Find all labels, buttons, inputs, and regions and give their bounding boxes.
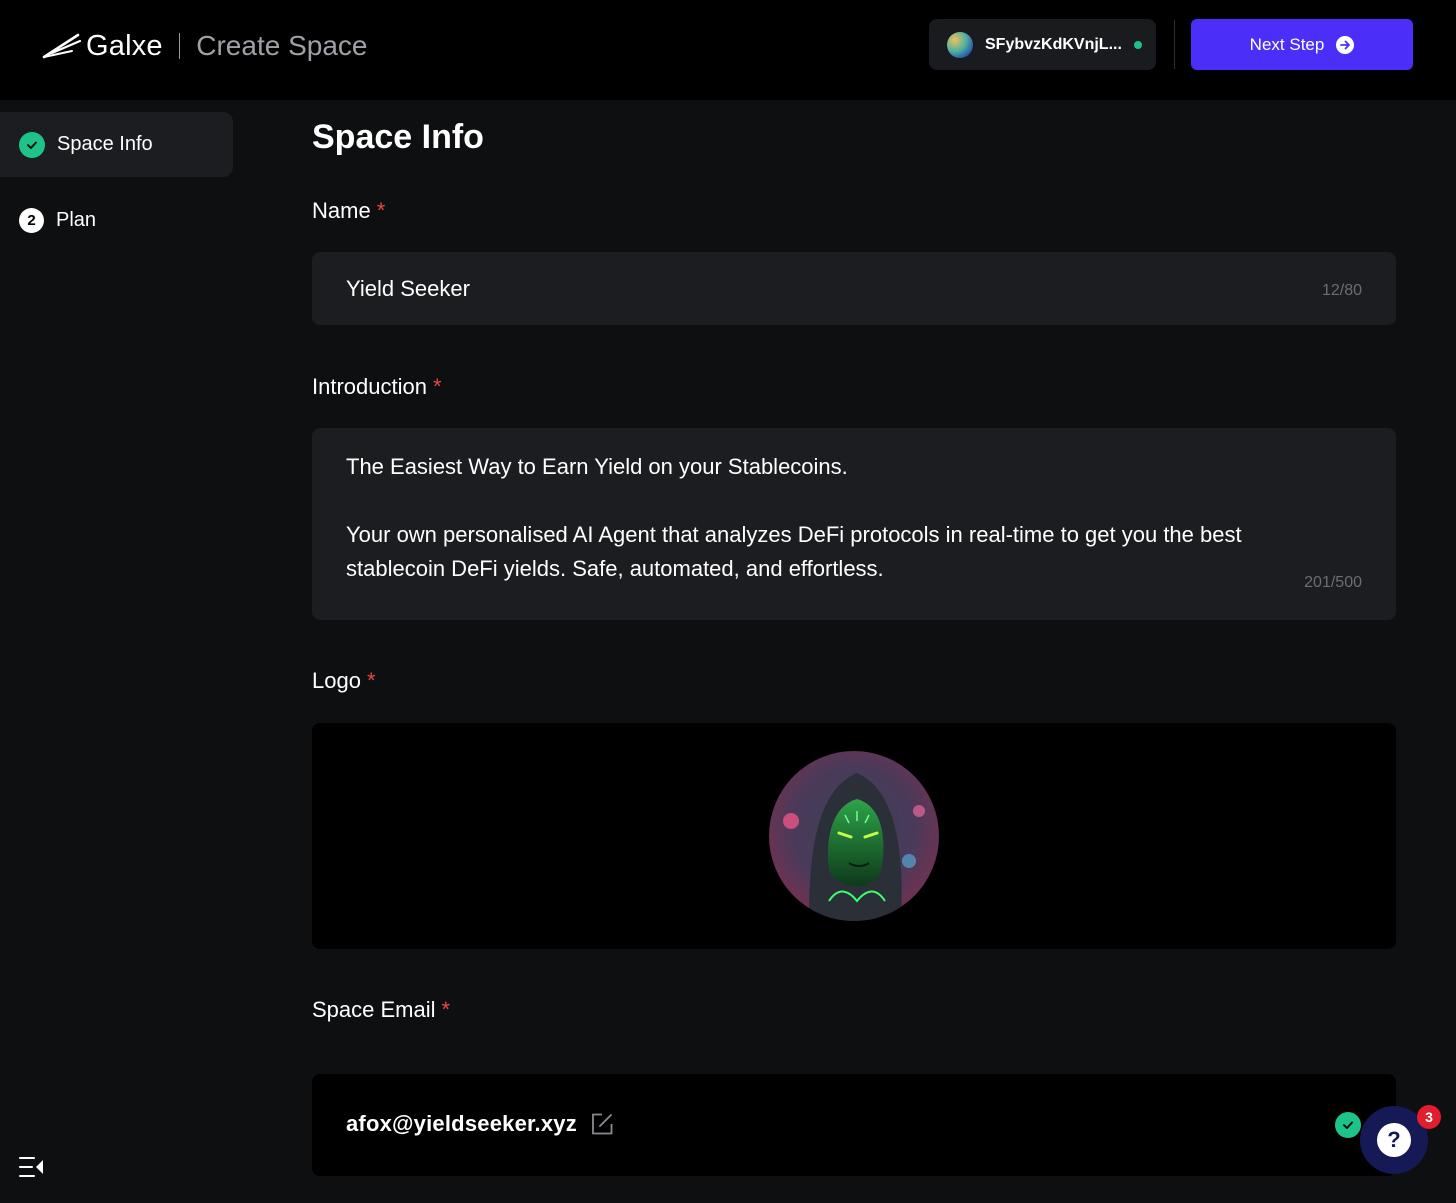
page-title: Space Info [312,118,484,156]
logo-image[interactable] [769,751,939,921]
name-input-value: Yield Seeker [346,276,470,301]
logo-label-text: Logo [312,668,361,693]
collapse-sidebar-icon[interactable] [19,1155,45,1179]
space-email-label-text: Space Email [312,997,436,1022]
verified-check-icon [1335,1112,1361,1138]
introduction-textarea[interactable]: The Easiest Way to Earn Yield on your St… [312,428,1396,620]
space-email-value: afox@yieldseeker.xyz [346,1111,577,1136]
introduction-label-text: Introduction [312,374,427,399]
connected-status-dot [1133,40,1142,49]
sidebar-item-label: Plan [56,209,97,231]
name-label: Name * [312,198,385,224]
question-mark-icon: ? [1377,1123,1411,1157]
space-email-field: afox@yieldseeker.xyz [312,1074,1396,1176]
sidebar-item-space-info[interactable]: Space Info [0,112,233,177]
space-email-label: Space Email * [312,997,450,1023]
sidebar-item-plan[interactable]: 2 Plan [0,188,233,253]
header-divider [1174,20,1175,69]
wallet-button[interactable]: SFybvzKdKVnjL... [929,19,1156,70]
brand-divider [178,33,181,59]
arrow-right-circle-icon [1336,35,1355,54]
wallet-avatar-icon [947,31,973,58]
required-mark: * [366,668,376,693]
brand-name: Galxe [86,29,163,62]
page-name: Create Space [196,30,368,61]
main-content: Space Info Name * Yield Seeker 12/80 Intr… [244,100,1456,1203]
next-step-label: Next Step [1249,34,1325,54]
notification-badge: 3 [1417,1105,1441,1129]
required-mark: * [441,997,451,1022]
step-number-badge: 2 [19,208,44,233]
introduction-value: The Easiest Way to Earn Yield on your St… [346,454,1242,581]
introduction-label: Introduction * [312,374,442,400]
required-mark: * [376,198,386,223]
logo-label: Logo * [312,668,376,694]
brand[interactable]: Galxe Create Space [42,26,367,66]
sidebar: Space Info 2 Plan [0,100,244,1203]
name-input[interactable]: Yield Seeker 12/80 [312,252,1396,325]
required-mark: * [432,374,442,399]
next-step-button[interactable]: Next Step [1191,19,1413,70]
edit-icon[interactable] [590,1112,614,1136]
logo-upload-area[interactable] [312,723,1396,949]
sidebar-item-label: Space Info [57,133,153,155]
introduction-char-counter: 201/500 [1304,574,1362,591]
name-char-counter: 12/80 [1321,282,1362,299]
galxe-logo-icon [42,33,82,59]
name-label-text: Name [312,198,371,223]
check-circle-icon [19,131,45,158]
top-header: Galxe Create Space SFybvzKdKVnjL... Next… [0,0,1456,100]
wallet-address: SFybvzKdKVnjL... [985,35,1122,53]
